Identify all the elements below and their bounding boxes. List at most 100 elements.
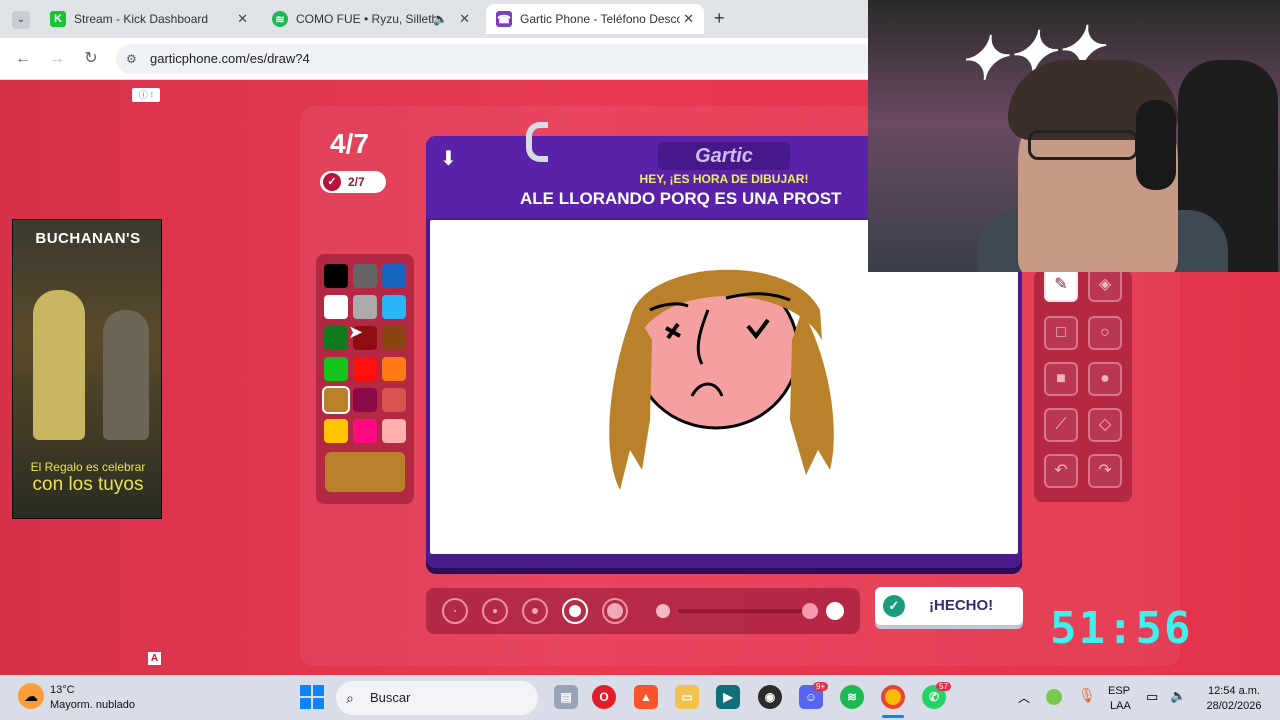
reload-icon[interactable]: ↻ [80, 48, 102, 70]
clock-date[interactable]: 28/02/2026 [1198, 699, 1270, 713]
color-swatch[interactable] [353, 357, 377, 381]
color-swatch[interactable] [324, 295, 348, 319]
redo-icon[interactable]: ↷ [1088, 454, 1122, 488]
tab-title: COMO FUE • Ryzu, Silleth [296, 12, 439, 26]
color-swatch[interactable] [353, 419, 377, 443]
close-icon[interactable]: ✕ [683, 11, 694, 27]
forward-icon[interactable]: → [46, 48, 68, 70]
eraser-icon[interactable]: ◈ [1088, 268, 1122, 302]
color-swatch[interactable] [324, 264, 348, 288]
brush-size-1[interactable] [442, 598, 468, 624]
language-bottom[interactable]: LAA [1110, 699, 1131, 713]
ad-slogan: con los tuyos [32, 474, 144, 495]
windows-start-icon[interactable] [300, 685, 324, 709]
spotify-icon[interactable]: ≋ [840, 685, 864, 709]
brush-size-5[interactable] [602, 598, 628, 624]
back-icon[interactable]: ← [12, 48, 34, 70]
adchoices-icon[interactable]: A [148, 652, 161, 665]
weather-desc: Mayorm. nublado [50, 699, 135, 711]
hair-right [790, 310, 834, 475]
speaker-icon[interactable]: 🔈 [433, 12, 448, 26]
ad-person-image [103, 310, 149, 440]
advertisement[interactable]: BUCHANAN'S El Regalo es celebrar con los… [12, 219, 162, 519]
obs-icon[interactable]: ◉ [758, 685, 782, 709]
microphone-icon[interactable]: 🎙 [1078, 687, 1096, 704]
weather-icon[interactable]: ☁ [18, 683, 44, 709]
done-button[interactable]: ✓ ¡HECHO! [875, 587, 1023, 625]
undo-icon[interactable]: ↶ [1044, 454, 1078, 488]
color-swatch[interactable] [322, 386, 350, 414]
file-manager-icon[interactable]: ▤ [554, 685, 578, 709]
current-color-preview [325, 452, 405, 492]
chrome-icon[interactable] [881, 685, 905, 709]
site-info-icon[interactable]: ⚙ [126, 44, 137, 74]
rectangle-outline-icon[interactable]: □ [1044, 316, 1078, 350]
rectangle-fill-icon[interactable]: ■ [1044, 362, 1078, 396]
line-icon[interactable]: ⟋ [1044, 408, 1078, 442]
spotify-icon: ≋ [272, 11, 288, 27]
check-icon: ✓ [323, 173, 341, 191]
color-swatch[interactable] [353, 264, 377, 288]
brush-size-4[interactable] [562, 598, 588, 624]
brush-size-3[interactable] [522, 598, 548, 624]
opacity-slider[interactable] [656, 602, 846, 620]
tab-gartic-phone[interactable]: ☎ Gartic Phone - Teléfono Descor ✕ [486, 4, 704, 34]
download-icon[interactable]: ⬇ [440, 146, 457, 171]
close-icon[interactable]: ✕ [237, 11, 248, 27]
kick-icon: K [50, 11, 66, 27]
active-app-indicator [882, 715, 904, 718]
gartic-icon: ☎ [496, 11, 512, 27]
tab-title: Gartic Phone - Teléfono Descor [520, 12, 680, 26]
headset-image [1136, 100, 1176, 190]
url-field[interactable]: ⚙ garticphone.com/es/draw?4 [116, 44, 876, 74]
circle-fill-icon[interactable]: ● [1088, 362, 1122, 396]
ad-info-icon[interactable]: ⓘ ⁝ [132, 88, 160, 102]
color-swatch[interactable] [324, 419, 348, 443]
clock-time[interactable]: 12:54 a.m. [1198, 684, 1270, 698]
folder-icon[interactable]: ▭ [675, 685, 699, 709]
new-tab-button[interactable]: + [714, 8, 725, 29]
tab-spotify[interactable]: ≋ COMO FUE • Ryzu, Silleth 🔈 ✕ [262, 4, 480, 34]
pencil-icon[interactable]: ✎ [1044, 268, 1078, 302]
color-swatch[interactable] [382, 357, 406, 381]
tab-title: Stream - Kick Dashboard [74, 12, 209, 26]
stream-timer: 51:56 [1050, 603, 1193, 654]
weather-temp: 13°C [50, 684, 75, 696]
color-swatch[interactable] [324, 357, 348, 381]
tab-kick-dashboard[interactable]: K Stream - Kick Dashboard ✕ [40, 4, 258, 34]
language-top[interactable]: ESP [1108, 684, 1130, 698]
players-done-text: 2/7 [348, 175, 365, 189]
hair-left [609, 310, 652, 490]
brave-icon[interactable]: ▲ [634, 685, 658, 709]
volume-icon[interactable]: 🔈 [1170, 688, 1186, 704]
terminal-icon[interactable]: ▶ [716, 685, 740, 709]
app-tray-icon[interactable] [1046, 689, 1062, 705]
color-swatch[interactable] [382, 295, 406, 319]
slider-thumb[interactable] [802, 603, 818, 619]
color-swatch[interactable] [382, 419, 406, 443]
brush-size-2[interactable] [482, 598, 508, 624]
color-swatch[interactable] [382, 326, 406, 350]
search-label: Buscar [370, 690, 411, 705]
color-swatch[interactable] [353, 295, 377, 319]
opera-icon[interactable]: O [592, 685, 616, 709]
color-swatch[interactable] [353, 388, 377, 412]
tab-list-dropdown-icon[interactable]: ⌄ [12, 11, 30, 29]
color-swatch[interactable] [382, 388, 406, 412]
circle-outline-icon[interactable]: ○ [1088, 316, 1122, 350]
color-swatch[interactable] [382, 264, 406, 288]
display-icon[interactable]: ▭ [1146, 689, 1158, 705]
taskbar-search[interactable]: ⌕ Buscar [336, 681, 538, 715]
slider-dot-icon [826, 602, 844, 620]
chevron-up-icon[interactable]: ︿ [1018, 689, 1030, 706]
gartic-logo: Gartic [658, 142, 790, 170]
close-icon[interactable]: ✕ [459, 11, 470, 27]
slider-dot-icon [656, 604, 670, 618]
whatsapp-badge: 57 [936, 682, 951, 691]
ad-brand: BUCHANAN'S [35, 230, 141, 247]
ad-person-image [33, 290, 85, 440]
color-swatch[interactable] [324, 326, 348, 350]
fill-bucket-icon[interactable]: ◇ [1088, 408, 1122, 442]
search-icon: ⌕ [346, 690, 354, 706]
mouse-cursor-icon: ➤ [348, 322, 364, 342]
